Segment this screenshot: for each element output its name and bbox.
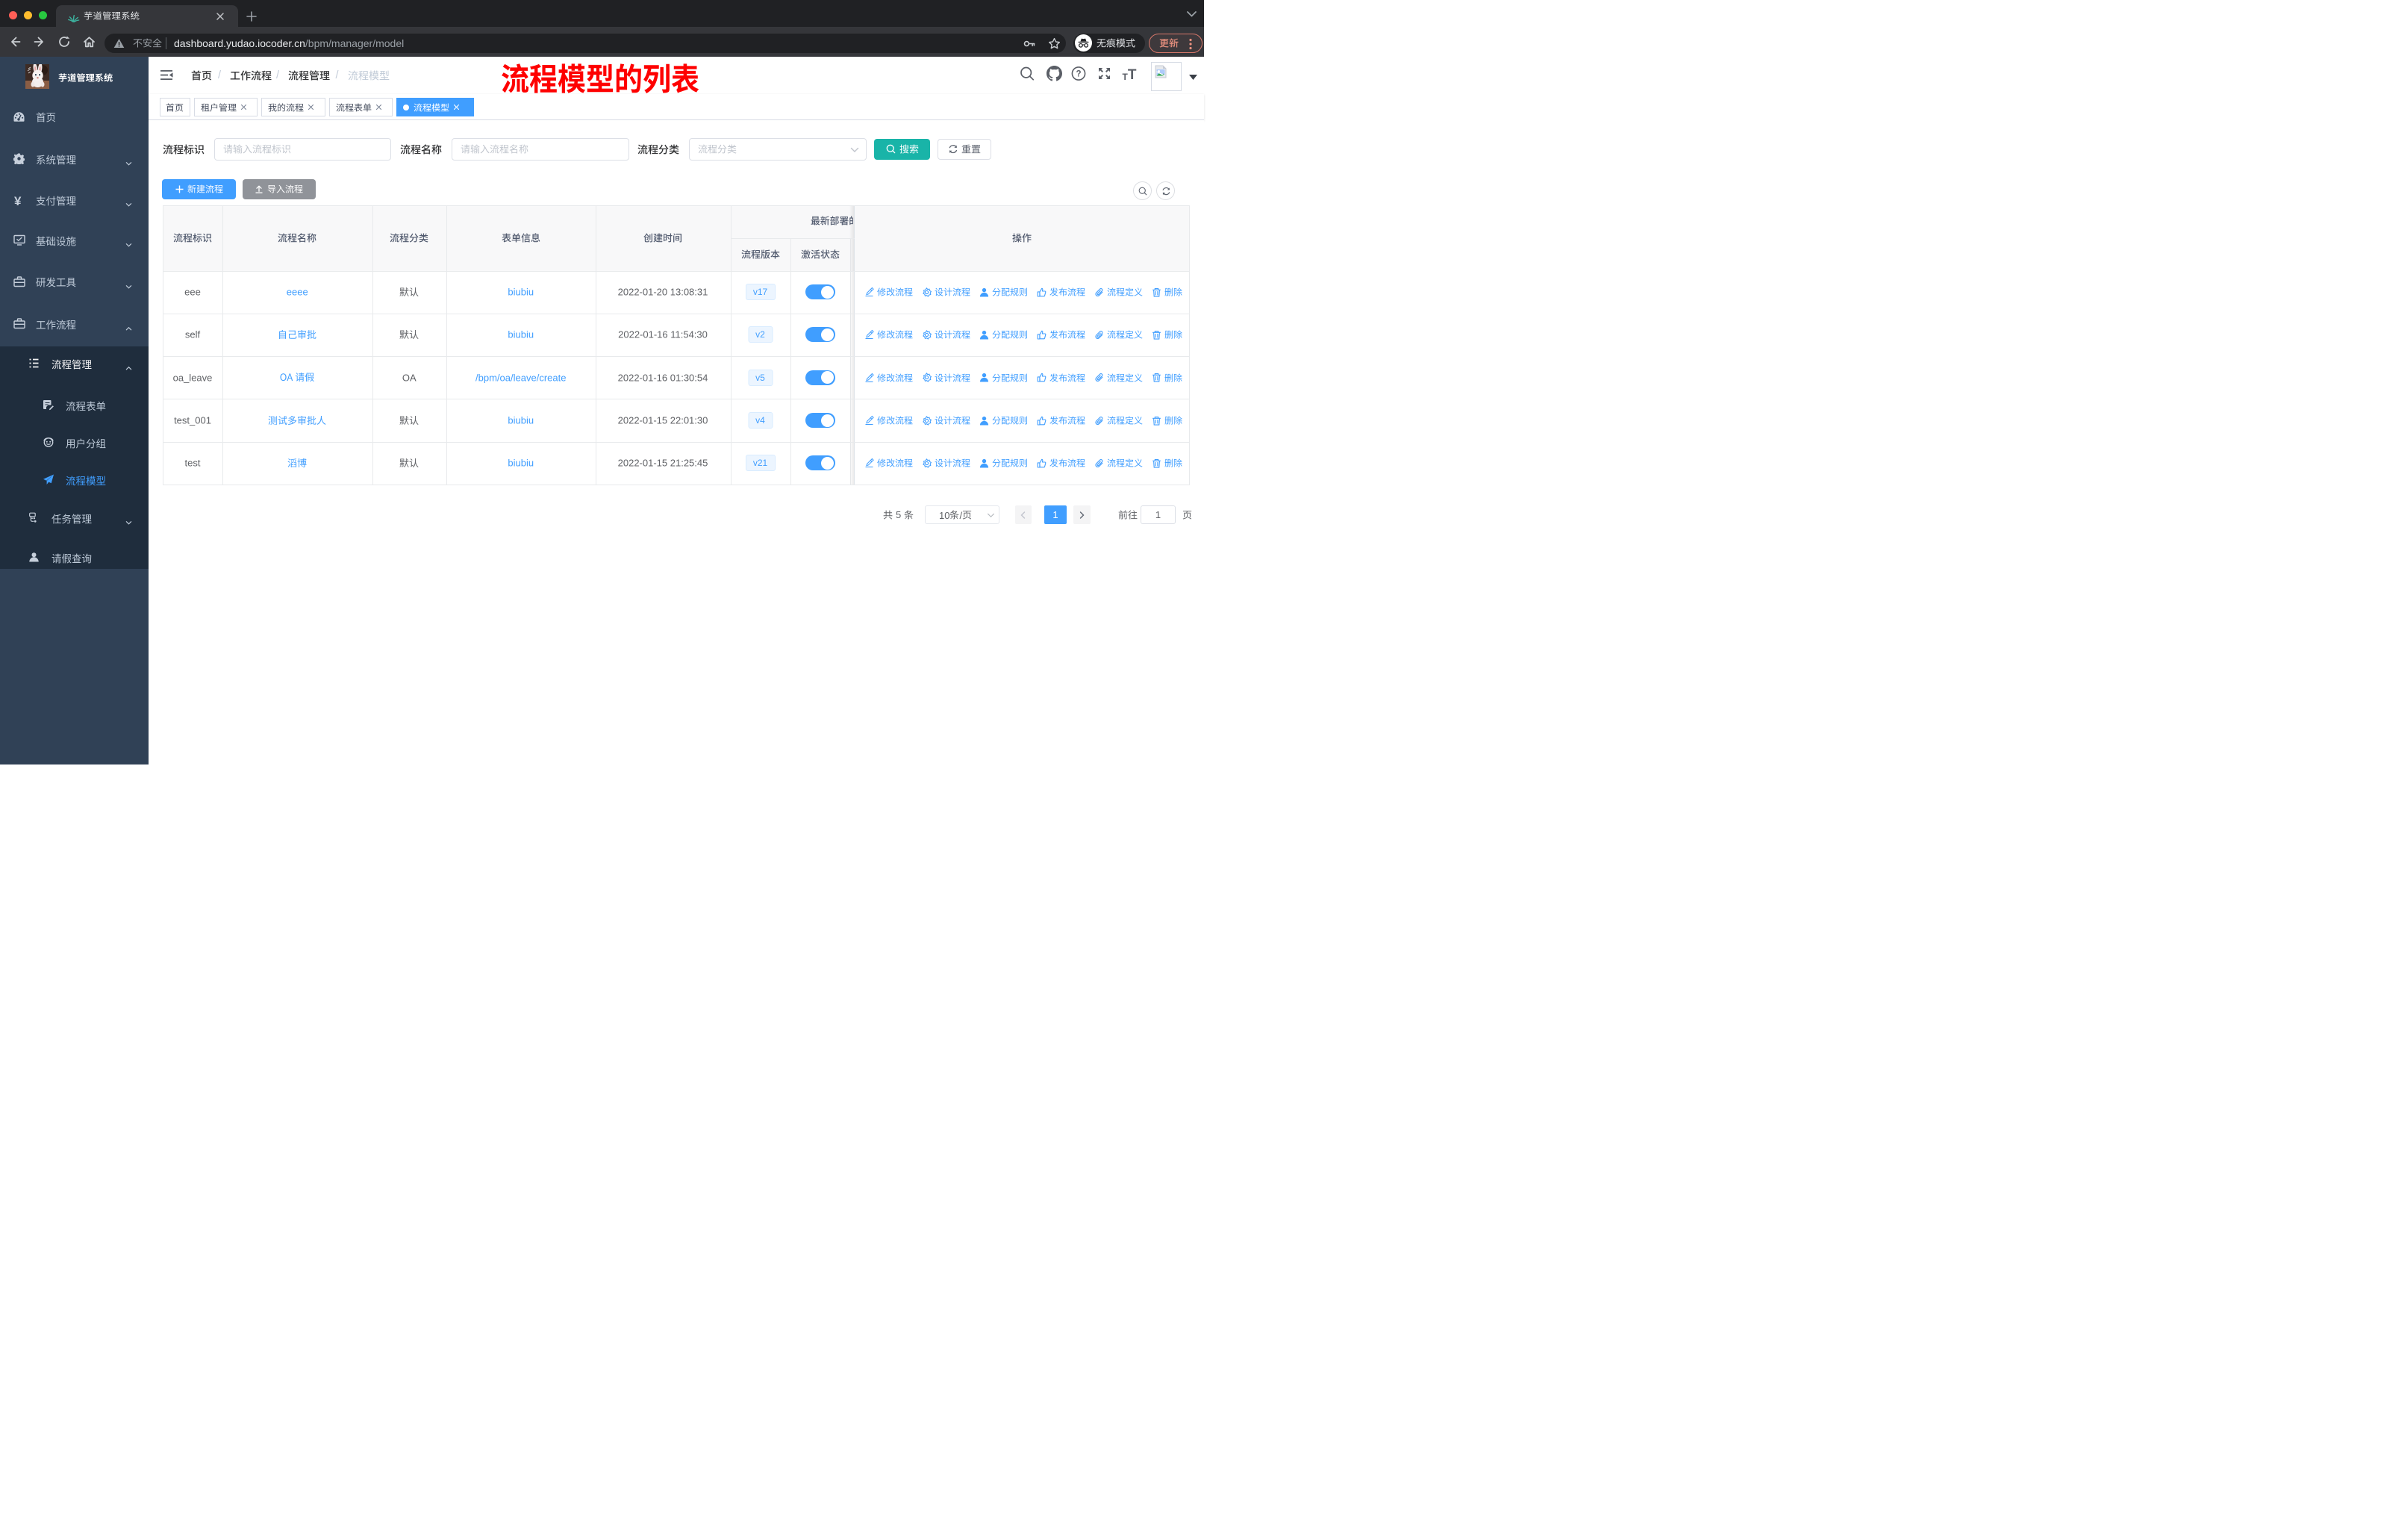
svg-text:?: ?: [1076, 69, 1081, 78]
